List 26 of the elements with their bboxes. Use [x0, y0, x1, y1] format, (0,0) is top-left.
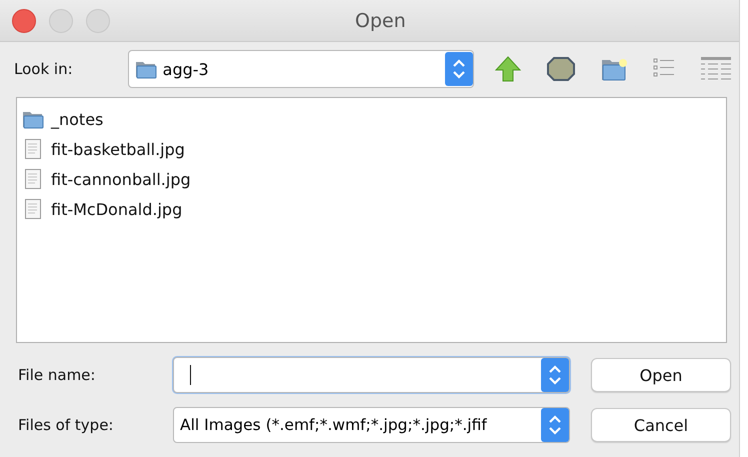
cancel-button[interactable]: Cancel [591, 408, 731, 442]
octagon-icon[interactable] [546, 56, 576, 82]
file-name[interactable]: _notes [51, 110, 104, 128]
stepper-icon[interactable] [541, 408, 569, 442]
file-type-dropdown[interactable]: All Images (*.emf;*.wmf;*.jpg;*.jpg;*.jfif [173, 407, 570, 443]
new-folder-icon[interactable] [600, 56, 628, 82]
document-icon [24, 168, 42, 190]
file-name[interactable]: fit-basketball.jpg [51, 140, 185, 158]
folder-icon [134, 59, 157, 79]
look-in-dropdown[interactable]: agg-3 [128, 50, 474, 88]
look-in-label: Look in: [14, 60, 73, 78]
file-name-label: File name: [18, 366, 96, 384]
details-view-icon[interactable] [700, 56, 732, 82]
up-arrow-icon[interactable] [494, 55, 522, 83]
file-name[interactable]: fit-cannonball.jpg [51, 170, 191, 188]
file-name-field[interactable] [173, 357, 570, 393]
folder-icon [22, 109, 44, 129]
file-name[interactable]: fit-McDonald.jpg [51, 200, 182, 218]
stepper-icon[interactable] [444, 52, 473, 86]
close-button[interactable] [12, 8, 36, 32]
document-icon [24, 138, 42, 160]
document-icon [24, 198, 42, 220]
window-title: Open [355, 10, 406, 32]
stepper-icon[interactable] [541, 358, 569, 392]
file-type-label: Files of type: [18, 416, 114, 434]
open-button[interactable]: Open [591, 358, 731, 392]
